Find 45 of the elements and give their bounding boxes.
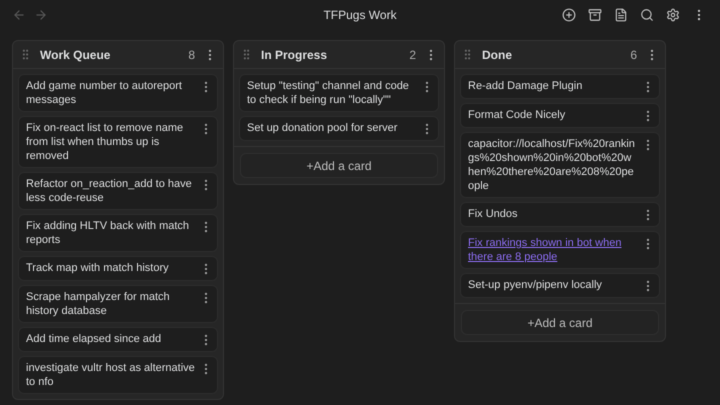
- task-card[interactable]: Setup "testing" channel and code to check if being run "locally"": [239, 74, 439, 112]
- card-text: Fix Undos: [468, 208, 518, 220]
- plus-circle-icon[interactable]: [560, 6, 578, 24]
- card-text: Refactor on_reaction_add to have less code-reuse: [26, 178, 192, 204]
- lane-title: Done: [482, 46, 513, 64]
- task-card[interactable]: Fix on-react list to remove name from list when thumbs up is removed: [18, 116, 218, 168]
- lane-title: In Progress: [261, 46, 328, 64]
- task-card[interactable]: Fix Undos: [460, 202, 660, 227]
- card-text: investigate vultr host as alternative to nfo: [26, 362, 195, 388]
- card-text: Scrape hampalyzer for match history database: [26, 291, 170, 317]
- task-card[interactable]: Fix rankings shown in bot when there are 8 people: [460, 231, 660, 269]
- search-icon[interactable]: [638, 6, 656, 24]
- add-card-button[interactable]: +Add a card: [240, 153, 438, 178]
- task-card[interactable]: investigate vultr host as alternative to nfo: [18, 356, 218, 394]
- task-card[interactable]: Set-up pyenv/pipenv locally: [460, 273, 660, 298]
- task-card[interactable]: Add game number to autoreport messages: [18, 74, 218, 112]
- card-count: 8: [188, 46, 195, 64]
- task-card[interactable]: Set up donation pool for server: [239, 116, 439, 141]
- card-text: Track map with match history: [26, 262, 169, 274]
- card-link[interactable]: Fix rankings shown in bot when there are 8 people: [468, 236, 637, 264]
- card-count: 6: [630, 46, 637, 64]
- settings-icon[interactable]: [664, 6, 682, 24]
- lane-title: Work Queue: [40, 46, 112, 64]
- card-text: Format Code Nicely: [468, 109, 566, 121]
- task-card[interactable]: capacitor://localhost/Fix%20rankings%20shown%20in%20bot%20when%20there%20are%208%20people: [460, 132, 660, 198]
- card-text: Fix on-react list to remove name from list when thumbs up is removed: [26, 122, 184, 162]
- archive-icon[interactable]: [586, 6, 604, 24]
- window-title: TFPugs Work: [322, 7, 398, 24]
- card-text: Set up donation pool for server: [247, 122, 398, 134]
- task-card[interactable]: Add time elapsed since add: [18, 327, 218, 352]
- card-text: Setup "testing" channel and code to check if being run "locally"": [247, 80, 409, 106]
- task-card[interactable]: Refactor on_reaction_add to have less code-reuse: [18, 172, 218, 210]
- card-count: 2: [409, 46, 416, 64]
- task-card[interactable]: Re-add Damage Plugin: [460, 74, 660, 99]
- card-text: Re-add Damage Plugin: [468, 80, 582, 92]
- card-text: Add game number to autoreport messages: [26, 80, 182, 106]
- task-card[interactable]: Scrape hampalyzer for match history database: [18, 285, 218, 323]
- card-text: Add time elapsed since add: [26, 333, 162, 345]
- card-text: Set-up pyenv/pipenv locally: [468, 279, 602, 291]
- task-card[interactable]: Format Code Nicely: [460, 103, 660, 128]
- task-card[interactable]: Track map with match history: [18, 256, 218, 281]
- card-text: capacitor://localhost/Fix%20rankings%20shown%20in%20bot%20when%20there%20are%208%20people: [468, 138, 635, 192]
- card-text: Fix adding HLTV back with match reports: [26, 220, 190, 246]
- add-card-button[interactable]: +Add a card: [461, 310, 659, 335]
- task-card[interactable]: Fix adding HLTV back with match reports: [18, 214, 218, 252]
